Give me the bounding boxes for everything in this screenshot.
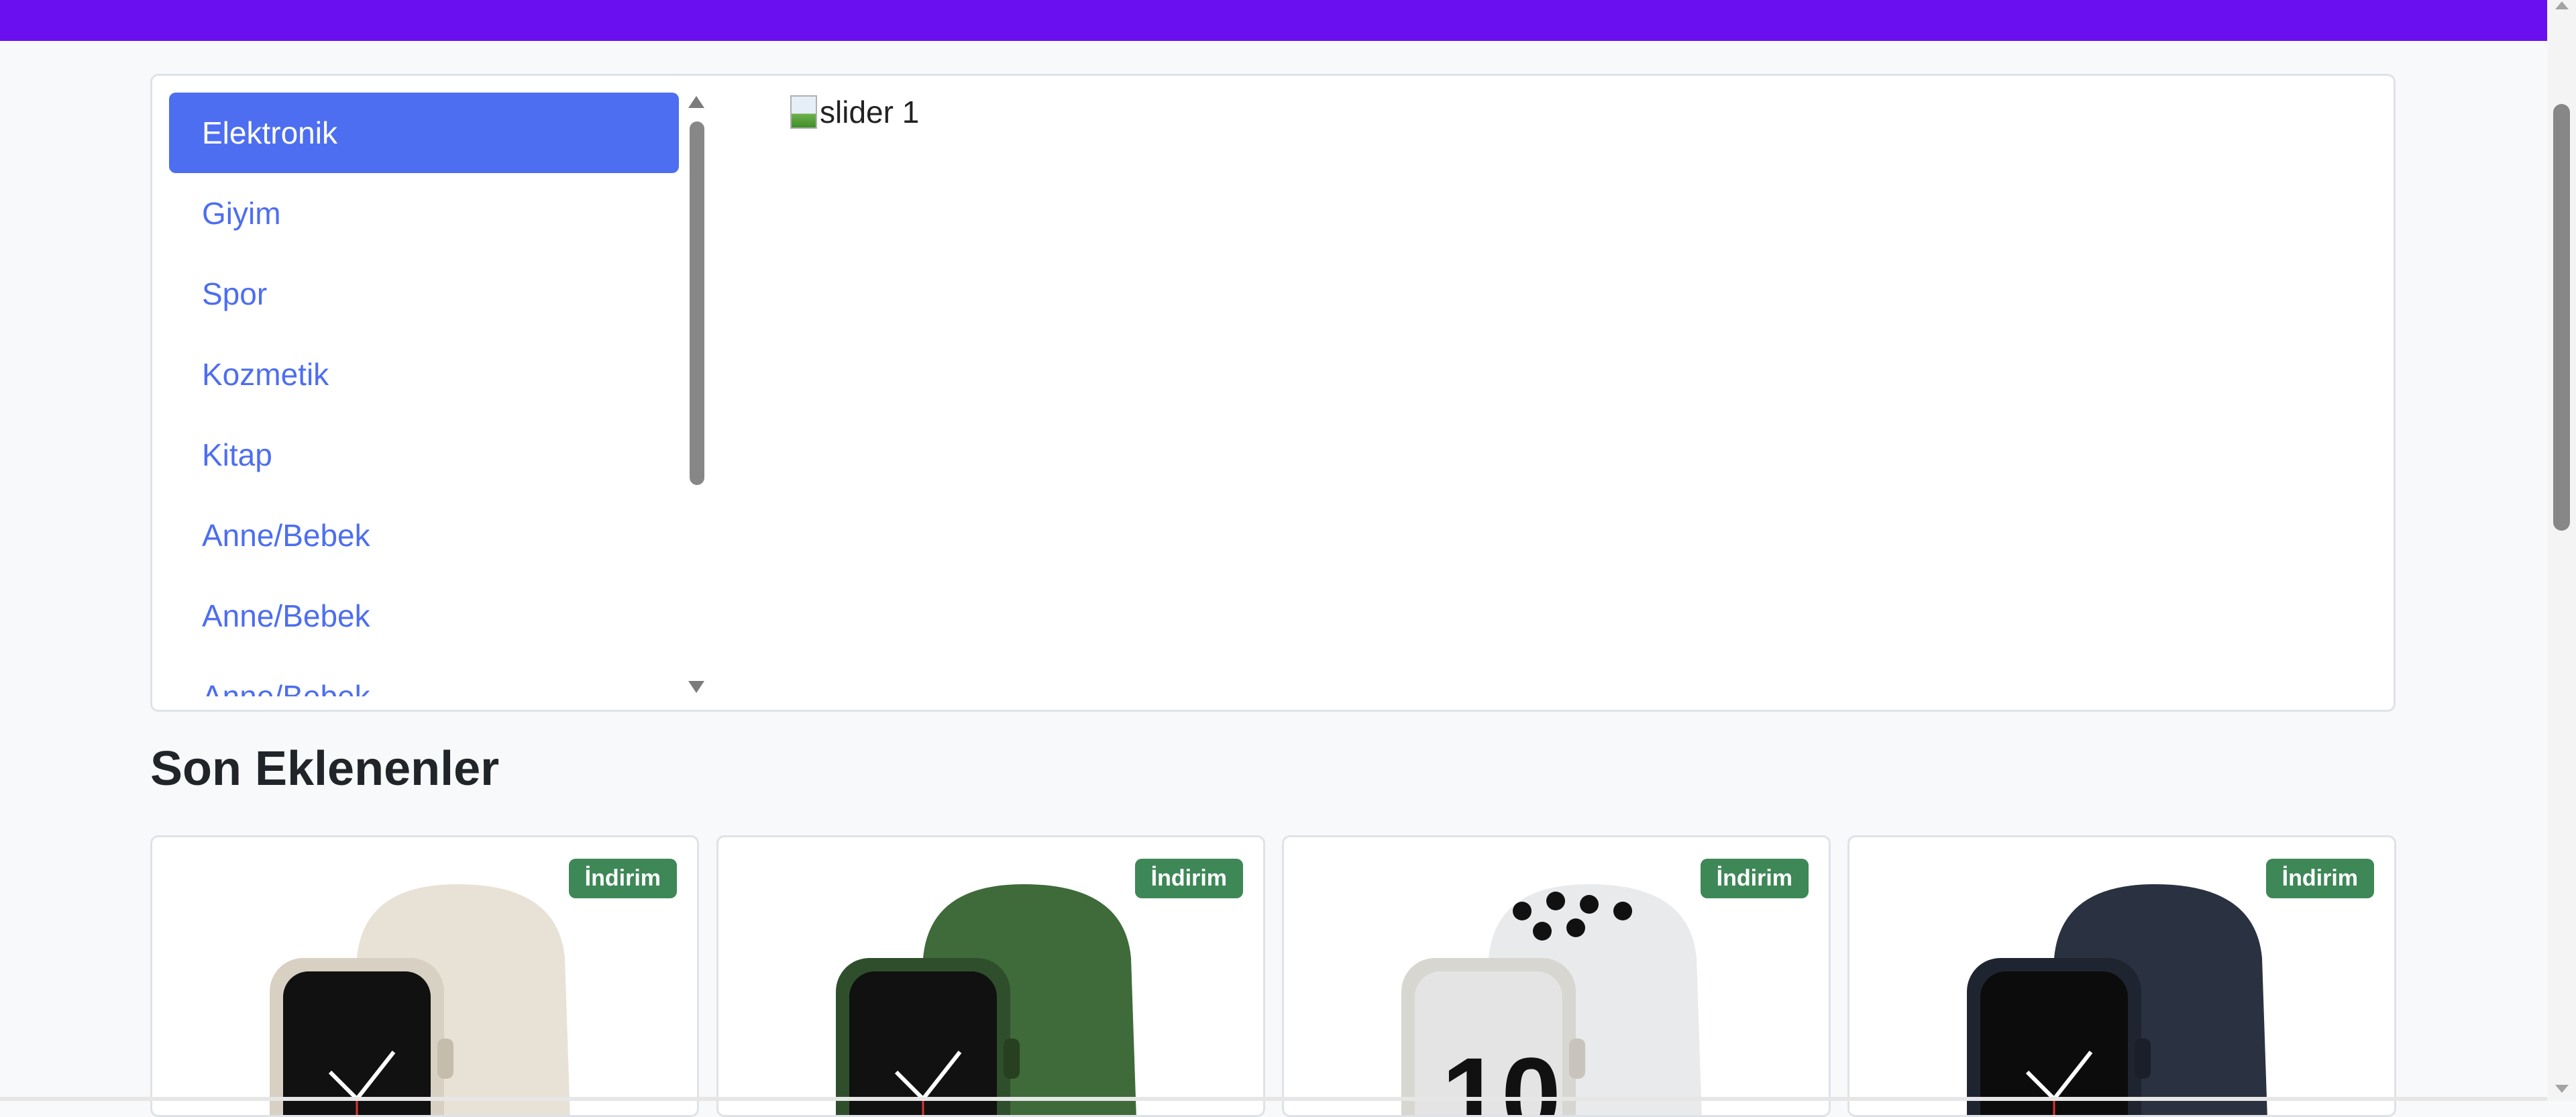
category-item-kozmetik[interactable]: Kozmetik xyxy=(169,334,679,415)
watch-starlight-icon xyxy=(270,884,570,1115)
product-card[interactable]: İndirim xyxy=(150,835,699,1117)
product-card[interactable]: İndirim 10 xyxy=(1282,835,1831,1117)
category-item-anne-bebek[interactable]: Anne/Bebek xyxy=(169,495,679,576)
bottom-divider xyxy=(0,1097,2547,1101)
category-item-spor[interactable]: Spor xyxy=(169,254,679,334)
hero-card: Elektronik Giyim Spor Kozmetik Kitap Ann… xyxy=(150,74,2396,712)
scroll-down-arrow-icon[interactable] xyxy=(688,681,704,693)
scroll-down-arrow-icon[interactable] xyxy=(2555,1085,2569,1093)
top-navbar xyxy=(0,0,2547,41)
broken-image-icon xyxy=(790,95,817,129)
category-item-kitap[interactable]: Kitap xyxy=(169,415,679,495)
product-card[interactable]: İndirim xyxy=(716,835,1265,1117)
scroll-up-arrow-icon[interactable] xyxy=(2555,1,2569,9)
watch-nike-icon: 10 xyxy=(1401,884,1702,1117)
scroll-up-arrow-icon[interactable] xyxy=(688,96,704,108)
category-scrollbar[interactable] xyxy=(682,96,712,693)
scrollbar-thumb[interactable] xyxy=(2553,104,2570,531)
category-item-anne-bebek[interactable]: Anne/Bebek xyxy=(169,576,679,656)
slider-image[interactable]: slider 1 xyxy=(790,94,919,130)
category-item-anne-bebek[interactable]: Anne/Bebek xyxy=(169,656,679,696)
category-item-giyim[interactable]: Giyim xyxy=(169,173,679,254)
page-scrollbar[interactable] xyxy=(2547,0,2576,1101)
watch-midnight-icon xyxy=(1967,884,2267,1115)
category-list: Elektronik Giyim Spor Kozmetik Kitap Ann… xyxy=(169,93,679,696)
watch-green-icon xyxy=(836,884,1136,1115)
category-item-elektronik[interactable]: Elektronik xyxy=(169,93,679,173)
svg-text:10: 10 xyxy=(1442,1035,1561,1117)
product-card[interactable]: İndirim xyxy=(1847,835,2396,1117)
slider-alt-text: slider 1 xyxy=(820,95,920,129)
scrollbar-thumb[interactable] xyxy=(690,121,704,485)
section-title: Son Eklenenler xyxy=(150,742,500,796)
